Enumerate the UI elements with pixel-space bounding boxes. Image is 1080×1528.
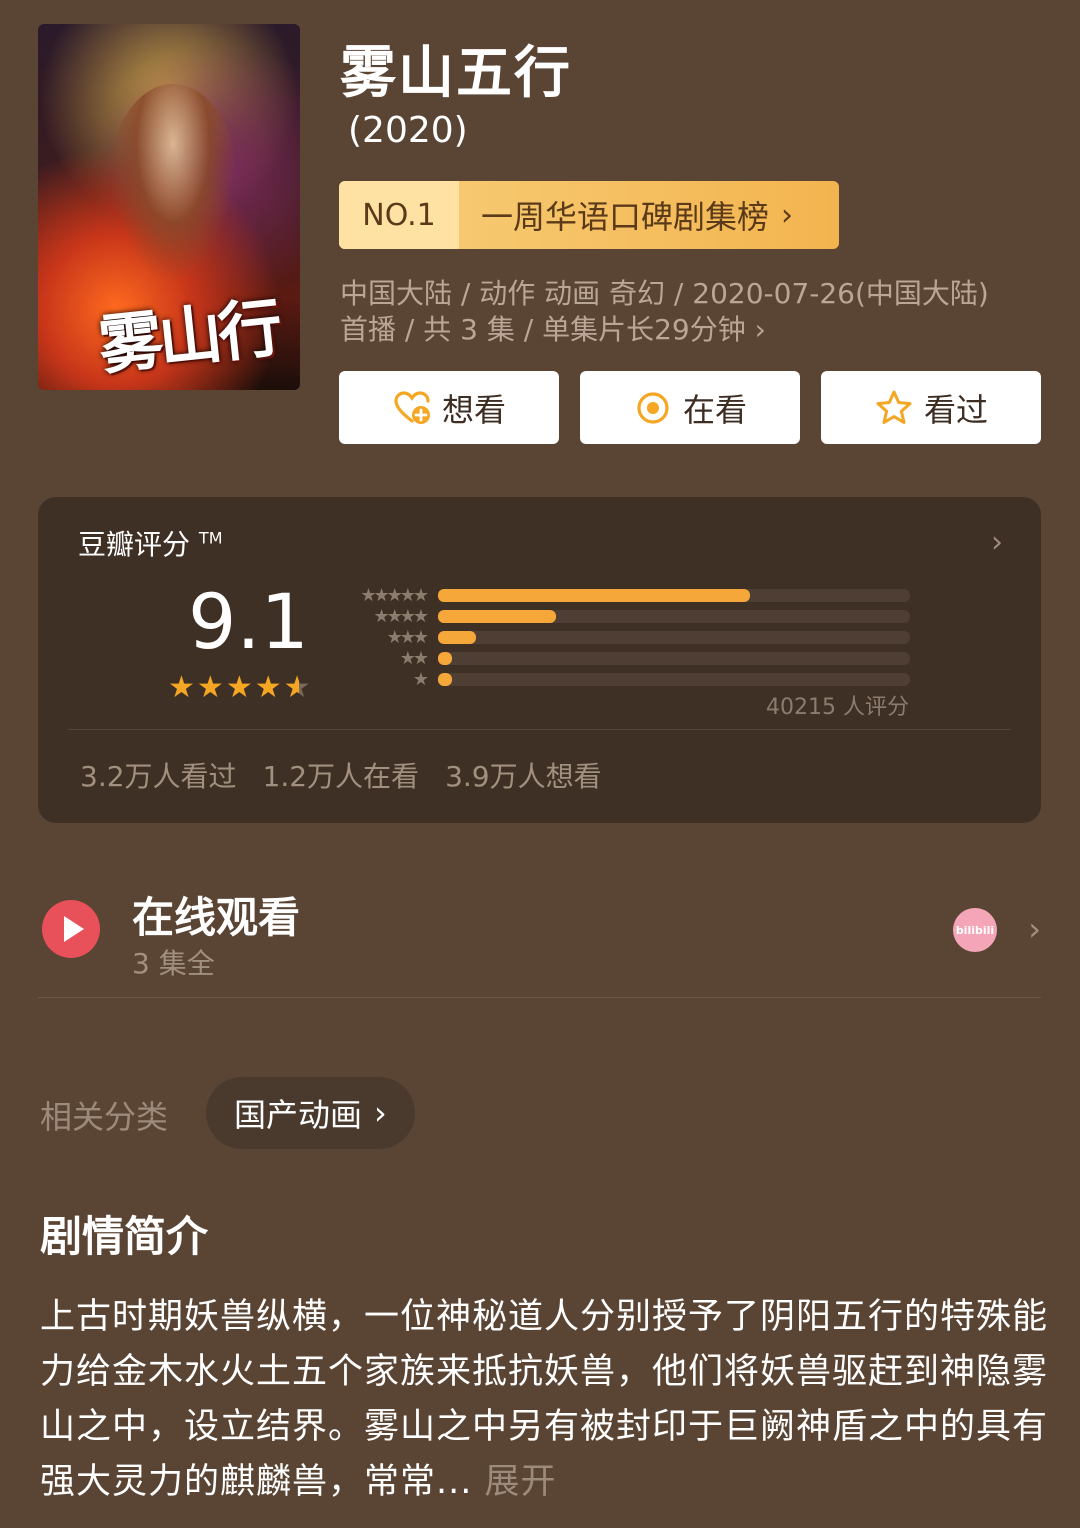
distribution-stars: ★ bbox=[412, 668, 429, 690]
bilibili-icon: bilibili bbox=[953, 908, 997, 952]
rating-label-text: 豆瓣评分 bbox=[78, 528, 191, 561]
category-label: 相关分类 bbox=[40, 1098, 169, 1136]
page-title: 雾山五行 bbox=[340, 41, 572, 106]
distribution-track bbox=[438, 589, 910, 602]
distribution-bar bbox=[438, 610, 556, 623]
expand-link[interactable]: 展开 bbox=[485, 1462, 557, 1502]
distribution-bar bbox=[438, 652, 453, 665]
watched-count[interactable]: 3.2万人看过 bbox=[80, 755, 237, 795]
distribution-row: ★★★★★ bbox=[328, 585, 948, 606]
category-chip-label: 国产动画 bbox=[234, 1096, 363, 1134]
distribution-stars: ★★★ bbox=[386, 626, 429, 648]
watch-stats: 3.2万人看过 1.2万人在看 3.9万人想看 bbox=[80, 755, 602, 795]
distribution-bar bbox=[438, 631, 476, 644]
star-icon: ★ bbox=[225, 670, 253, 705]
score-stars: ★ ★ ★ ★ ★ bbox=[168, 673, 311, 703]
poster-logo-text: 雾山行 bbox=[95, 290, 283, 385]
rank-label: 一周华语口碑剧集榜 › bbox=[459, 181, 839, 249]
online-watch-row[interactable]: 在线观看 3 集全 bilibili › bbox=[38, 880, 1041, 998]
star-icon: ★ bbox=[196, 670, 224, 705]
half-star-icon: ★ bbox=[283, 670, 311, 705]
distribution-row: ★★★ bbox=[328, 627, 948, 648]
meta-line-2: 首播 / 共 3 集 / 单集片长29分钟 › bbox=[340, 313, 766, 346]
distribution-stars: ★★★★ bbox=[373, 605, 429, 627]
distribution-row: ★★ bbox=[328, 648, 948, 669]
synopsis-text: 上古时期妖兽纵横，一位神秘道人分别授予了阴阳五行的特殊能力给金木水火土五个家族来… bbox=[40, 1290, 1050, 1510]
chevron-right-icon: › bbox=[1028, 910, 1041, 948]
distribution-track bbox=[438, 631, 910, 644]
chevron-right-icon: › bbox=[374, 1094, 387, 1132]
rating-distribution: ★★★★★ ★★★★ ★★★ ★★ ★ bbox=[328, 585, 948, 690]
rating-label: 豆瓣评分 TM bbox=[78, 523, 223, 563]
distribution-track bbox=[438, 610, 910, 623]
poster-character-art bbox=[108, 84, 238, 284]
chevron-right-icon[interactable]: › bbox=[991, 525, 1003, 560]
want-to-watch-button[interactable]: 想看 bbox=[339, 371, 559, 444]
watched-button[interactable]: 看过 bbox=[821, 371, 1041, 444]
rating-score: 9.1 bbox=[188, 577, 309, 666]
rating-card[interactable]: 豆瓣评分 TM › 9.1 ★ ★ ★ ★ ★ ★★★★★ ★★★★ ★★★ ★… bbox=[38, 497, 1041, 823]
distribution-track bbox=[438, 652, 910, 665]
watching-button[interactable]: 在看 bbox=[580, 371, 800, 444]
heart-plus-icon bbox=[394, 390, 430, 424]
poster-image[interactable]: 雾山行 bbox=[38, 24, 300, 390]
trademark-mark: TM bbox=[198, 528, 223, 548]
distribution-track bbox=[438, 673, 910, 686]
want-to-watch-label: 想看 bbox=[441, 390, 506, 429]
online-watch-title: 在线观看 bbox=[132, 893, 301, 942]
star-icon: ★ bbox=[168, 670, 195, 705]
category-chip[interactable]: 国产动画 › bbox=[206, 1077, 415, 1149]
synopsis-title: 剧情简介 bbox=[40, 1212, 209, 1261]
rank-number: NO.1 bbox=[339, 181, 459, 249]
distribution-bar bbox=[438, 589, 750, 602]
rank-label-text: 一周华语口碑剧集榜 bbox=[481, 198, 770, 236]
play-icon bbox=[42, 900, 100, 958]
distribution-row: ★ bbox=[328, 669, 948, 690]
distribution-stars: ★★ bbox=[399, 647, 429, 669]
watching-count[interactable]: 1.2万人在看 bbox=[263, 755, 420, 795]
distribution-row: ★★★★ bbox=[328, 606, 948, 627]
meta-line-1: 中国大陆 / 动作 动画 奇幻 / 2020-07-26(中国大陆) bbox=[340, 277, 989, 310]
target-circle-icon bbox=[637, 391, 669, 424]
rank-badge[interactable]: NO.1 一周华语口碑剧集榜 › bbox=[339, 181, 839, 249]
watched-label: 看过 bbox=[923, 390, 988, 429]
want-count[interactable]: 3.9万人想看 bbox=[445, 755, 602, 795]
watching-label: 在看 bbox=[682, 390, 747, 429]
action-button-row: 想看 在看 看过 bbox=[339, 371, 1041, 444]
chevron-right-icon: › bbox=[781, 197, 794, 233]
distribution-bar bbox=[438, 673, 453, 686]
meta-info[interactable]: 中国大陆 / 动作 动画 奇幻 / 2020-07-26(中国大陆) 首播 / … bbox=[340, 276, 1040, 348]
release-year: (2020) bbox=[348, 110, 468, 151]
star-icon: ★ bbox=[254, 670, 282, 705]
rating-count: 40215 人评分 bbox=[766, 695, 909, 720]
star-outline-icon bbox=[876, 390, 912, 424]
episode-count: 3 集全 bbox=[132, 947, 215, 980]
distribution-stars: ★★★★★ bbox=[360, 584, 429, 606]
card-divider bbox=[68, 729, 1011, 730]
